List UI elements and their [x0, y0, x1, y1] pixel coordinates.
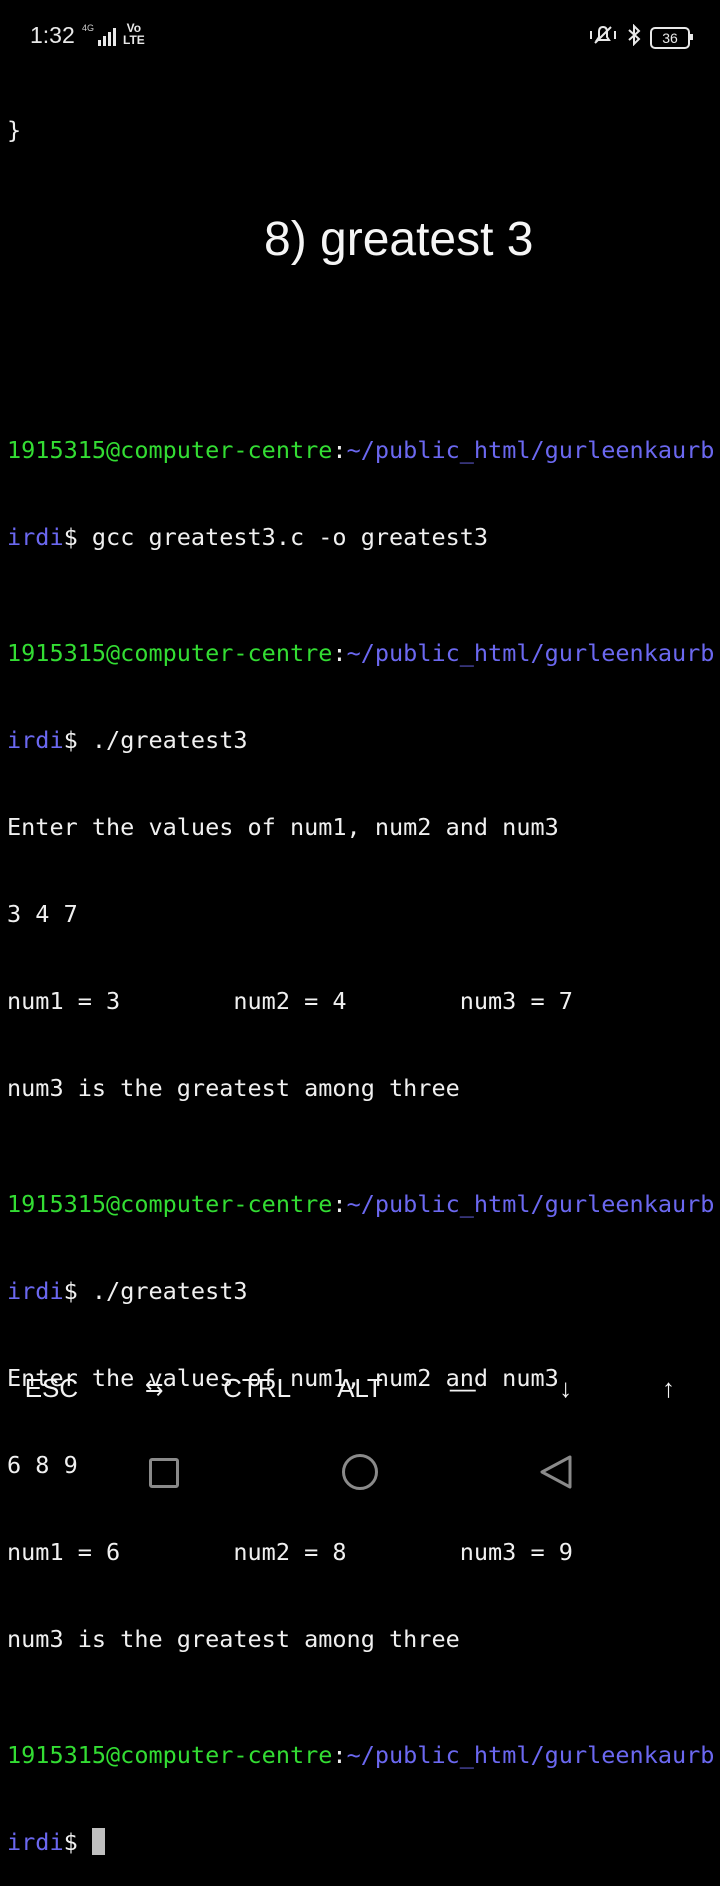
- terminal-prompt-line: 1915315@computer-centre:~/public_html/gu…: [7, 1741, 715, 1769]
- terminal-output-line: num3 is the greatest among three: [7, 1625, 460, 1653]
- network-type-label: 4G: [82, 23, 95, 33]
- terminal-command-line: irdi$ ./greatest3: [7, 726, 248, 754]
- extra-keys-row: ESC ⇆ CTRL ALT — ↓ ↑: [0, 1360, 720, 1416]
- terminal-prompt-line: 1915315@computer-centre:~/public_html/gu…: [7, 1190, 715, 1218]
- esc-key-button[interactable]: ESC: [0, 1360, 103, 1416]
- terminal-top: }: [7, 58, 717, 174]
- terminal-output-line: num1 = 6 num2 = 8 num3 = 9: [7, 1538, 573, 1566]
- terminal-output-line: num1 = 3 num2 = 4 num3 = 7: [7, 987, 573, 1015]
- terminal-cursor[interactable]: [91, 1828, 105, 1855]
- battery-icon: 36: [650, 26, 693, 49]
- signal-strength-icon: 4G: [82, 23, 117, 46]
- terminal-prompt-line: 1915315@computer-centre:~/public_html/gu…: [7, 639, 715, 667]
- terminal-output-line: num3 is the greatest among three: [7, 1074, 460, 1102]
- terminal-command-line: irdi$ ./greatest3: [7, 1277, 248, 1305]
- recent-apps-icon[interactable]: [149, 1458, 179, 1488]
- terminal-output[interactable]: 1915315@computer-centre:~/public_html/gu…: [7, 378, 719, 1886]
- status-icons: 36: [588, 23, 693, 51]
- status-time: 1:32: [30, 22, 75, 48]
- alt-key-button[interactable]: ALT: [309, 1360, 412, 1416]
- terminal-prompt-line: 1915315@computer-centre:~/public_html/gu…: [7, 436, 715, 464]
- dash-key-button[interactable]: —: [411, 1360, 514, 1416]
- navigation-bar: [0, 1430, 720, 1514]
- page-title: 8) greatest 3: [264, 213, 534, 266]
- volte-icon: Vo LTE: [123, 21, 145, 47]
- terminal-output-line: Enter the values of num1, num2 and num3: [7, 813, 559, 841]
- up-arrow-key-button[interactable]: ↑: [617, 1360, 720, 1416]
- tab-key-button[interactable]: ⇆: [103, 1360, 206, 1416]
- back-icon[interactable]: [538, 1454, 574, 1495]
- home-icon[interactable]: [342, 1454, 378, 1490]
- terminal-active-line[interactable]: irdi$: [7, 1828, 719, 1857]
- terminal-input-line: 3 4 7: [7, 900, 78, 928]
- terminal-line: }: [7, 116, 22, 144]
- down-arrow-key-button[interactable]: ↓: [514, 1360, 617, 1416]
- ctrl-key-button[interactable]: CTRL: [206, 1360, 309, 1416]
- terminal-command-line: irdi$ gcc greatest3.c -o greatest3: [7, 523, 489, 551]
- silent-mode-icon: [588, 24, 618, 51]
- bluetooth-icon: [626, 23, 642, 51]
